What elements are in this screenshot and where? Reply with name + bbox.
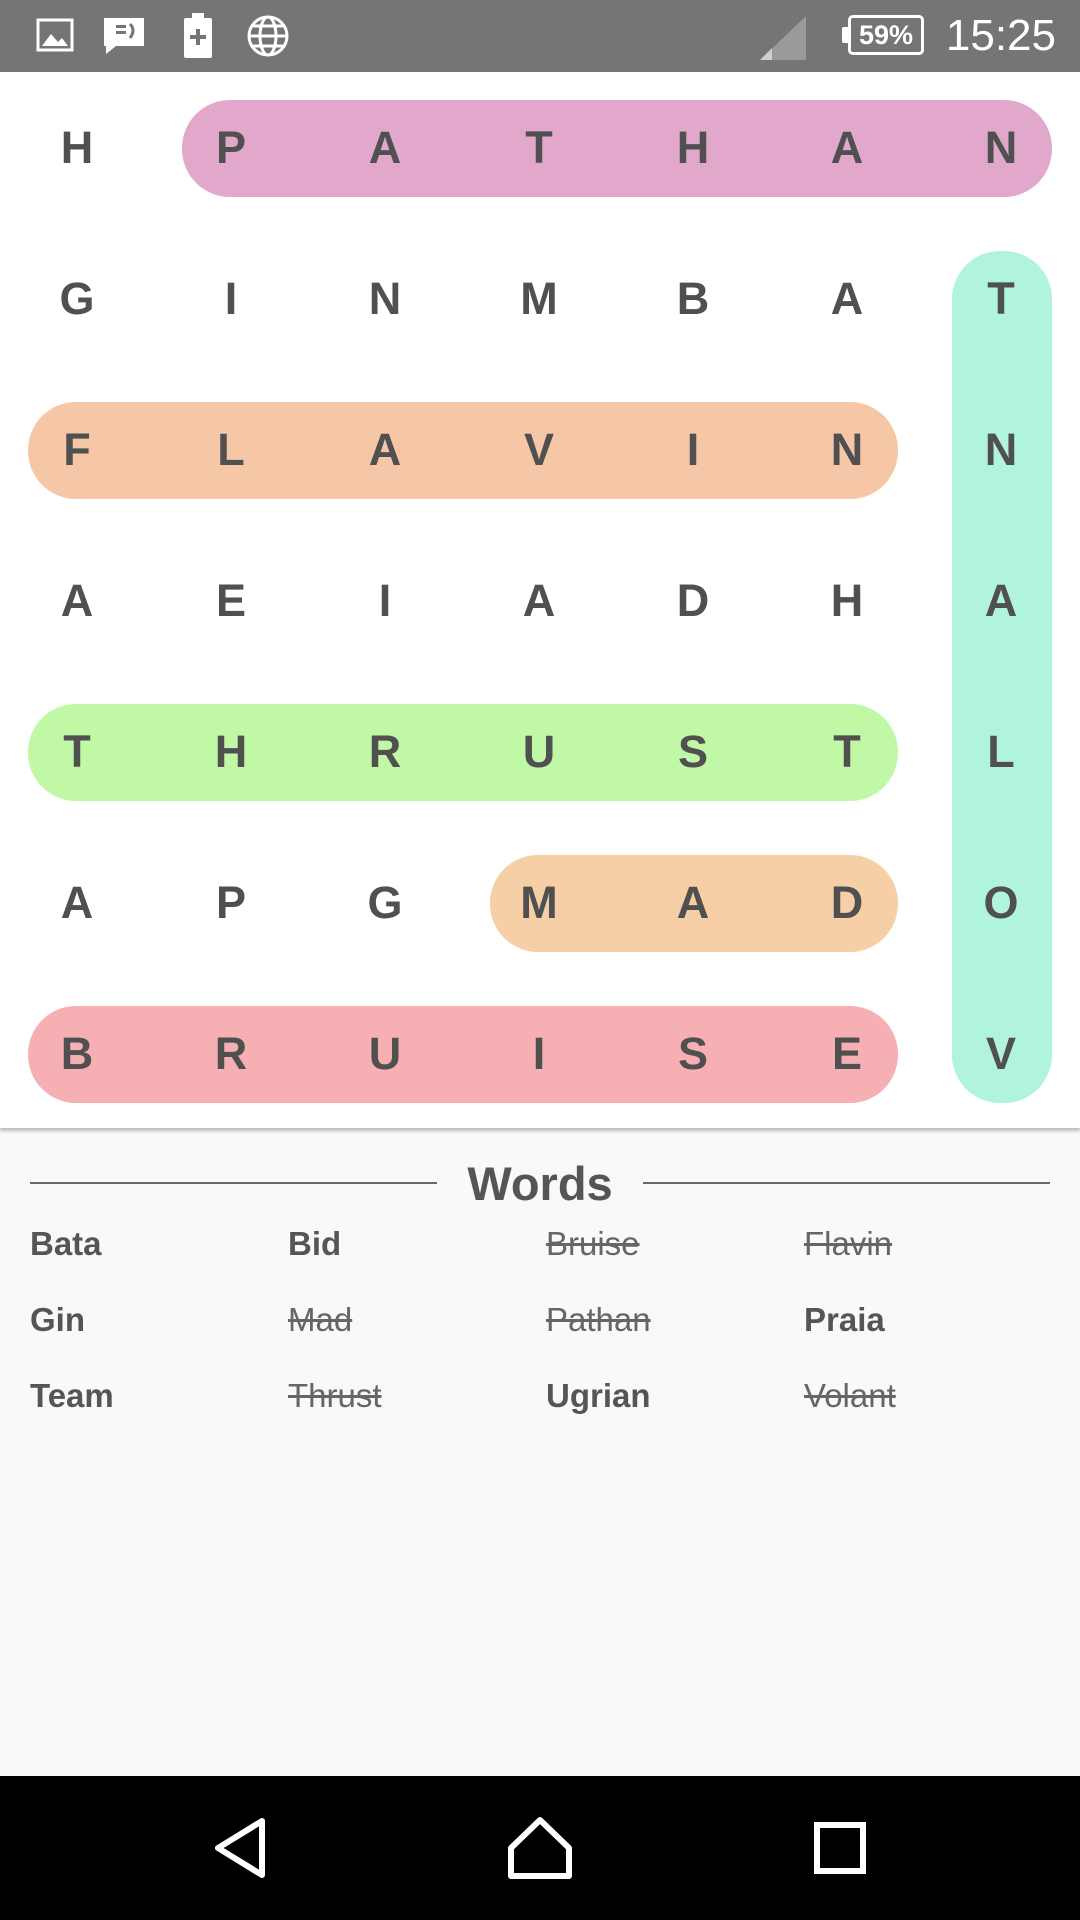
- grid-cell[interactable]: V: [462, 374, 616, 525]
- grid-cell[interactable]: T: [770, 676, 924, 827]
- word-list-item: Gin: [30, 1301, 85, 1338]
- grid-cell[interactable]: S: [616, 676, 770, 827]
- image-icon: [34, 14, 78, 58]
- grid-cell[interactable]: M: [462, 827, 616, 978]
- grid-cell[interactable]: G: [308, 827, 462, 978]
- status-bar: 59% 15:25: [0, 0, 1080, 72]
- battery-saver-icon: [176, 13, 220, 58]
- grid-cell[interactable]: B: [0, 978, 154, 1129]
- grid-cell[interactable]: U: [462, 676, 616, 827]
- words-title: Words: [467, 1156, 613, 1210]
- word-list-item: Ugrian: [546, 1377, 651, 1414]
- grid-cell[interactable]: P: [154, 72, 308, 223]
- grid-cell[interactable]: I: [308, 525, 462, 676]
- grid-cell[interactable]: A: [770, 223, 924, 374]
- words-header: Words: [30, 1156, 1050, 1210]
- grid-cell[interactable]: D: [616, 525, 770, 676]
- grid-cell[interactable]: F: [0, 374, 154, 525]
- globe-icon: [246, 14, 290, 58]
- grid-cell[interactable]: E: [770, 978, 924, 1129]
- words-panel: Words Bata Bid Bruise Flavin Gin Mad Pathan Pra…: [0, 1128, 1080, 1776]
- grid-cell[interactable]: N: [770, 374, 924, 525]
- grid-cell[interactable]: S: [616, 978, 770, 1129]
- word-search-grid[interactable]: HPATHANGINMBATFLAVINNAEIADHATHRUSTLAPGMA…: [0, 72, 1080, 1128]
- home-icon[interactable]: [504, 1812, 576, 1884]
- grid-cell[interactable]: N: [308, 223, 462, 374]
- grid-cell[interactable]: M: [462, 223, 616, 374]
- word-list-item: Team: [30, 1377, 114, 1414]
- grid-cell[interactable]: H: [154, 676, 308, 827]
- grid-cell[interactable]: V: [924, 978, 1078, 1129]
- word-list-item: Bid: [288, 1225, 342, 1262]
- grid-cell[interactable]: D: [770, 827, 924, 978]
- grid-cell[interactable]: R: [308, 676, 462, 827]
- grid-cell[interactable]: B: [616, 223, 770, 374]
- word-list-item: Bruise: [546, 1225, 640, 1262]
- grid-cell[interactable]: A: [924, 525, 1078, 676]
- grid-cell[interactable]: A: [770, 72, 924, 223]
- grid-cell[interactable]: A: [0, 525, 154, 676]
- signal-icon: [758, 14, 808, 67]
- word-list-item: Thrust: [288, 1377, 382, 1414]
- grid-cell[interactable]: G: [0, 223, 154, 374]
- grid-cell[interactable]: E: [154, 525, 308, 676]
- grid-cell[interactable]: A: [616, 827, 770, 978]
- grid-cell[interactable]: U: [308, 978, 462, 1129]
- grid-cell[interactable]: H: [770, 525, 924, 676]
- grid-cell[interactable]: R: [154, 978, 308, 1129]
- word-list-item: Bata: [30, 1225, 102, 1262]
- grid-cell[interactable]: L: [154, 374, 308, 525]
- grid-cell[interactable]: I: [462, 978, 616, 1129]
- word-list-item: Praia: [804, 1301, 885, 1338]
- back-icon[interactable]: [204, 1812, 276, 1884]
- navigation-bar: [0, 1776, 1080, 1920]
- recents-icon[interactable]: [804, 1812, 876, 1884]
- word-list-item: Mad: [288, 1301, 353, 1338]
- word-list-item: Volant: [804, 1377, 896, 1414]
- grid-cell[interactable]: A: [308, 72, 462, 223]
- grid-cell[interactable]: I: [154, 223, 308, 374]
- divider: [642, 1182, 1050, 1184]
- grid-cell[interactable]: I: [616, 374, 770, 525]
- grid-cell[interactable]: A: [0, 827, 154, 978]
- grid-cell[interactable]: P: [154, 827, 308, 978]
- grid-cell[interactable]: T: [462, 72, 616, 223]
- grid-cell[interactable]: H: [616, 72, 770, 223]
- grid-cell[interactable]: N: [924, 374, 1078, 525]
- message-icon: [102, 14, 146, 58]
- grid-cell[interactable]: T: [924, 223, 1078, 374]
- battery-indicator: 59%: [842, 15, 924, 55]
- divider: [30, 1182, 438, 1184]
- grid-cell[interactable]: A: [308, 374, 462, 525]
- grid-cell[interactable]: O: [924, 827, 1078, 978]
- grid-cell[interactable]: L: [924, 676, 1078, 827]
- word-list-item: Pathan: [546, 1301, 651, 1338]
- grid-cell[interactable]: A: [462, 525, 616, 676]
- word-list-item: Flavin: [804, 1225, 893, 1262]
- grid-cell[interactable]: H: [0, 72, 154, 223]
- grid-cell[interactable]: T: [0, 676, 154, 827]
- clock: 15:25: [945, 11, 1056, 60]
- grid-cell[interactable]: N: [924, 72, 1078, 223]
